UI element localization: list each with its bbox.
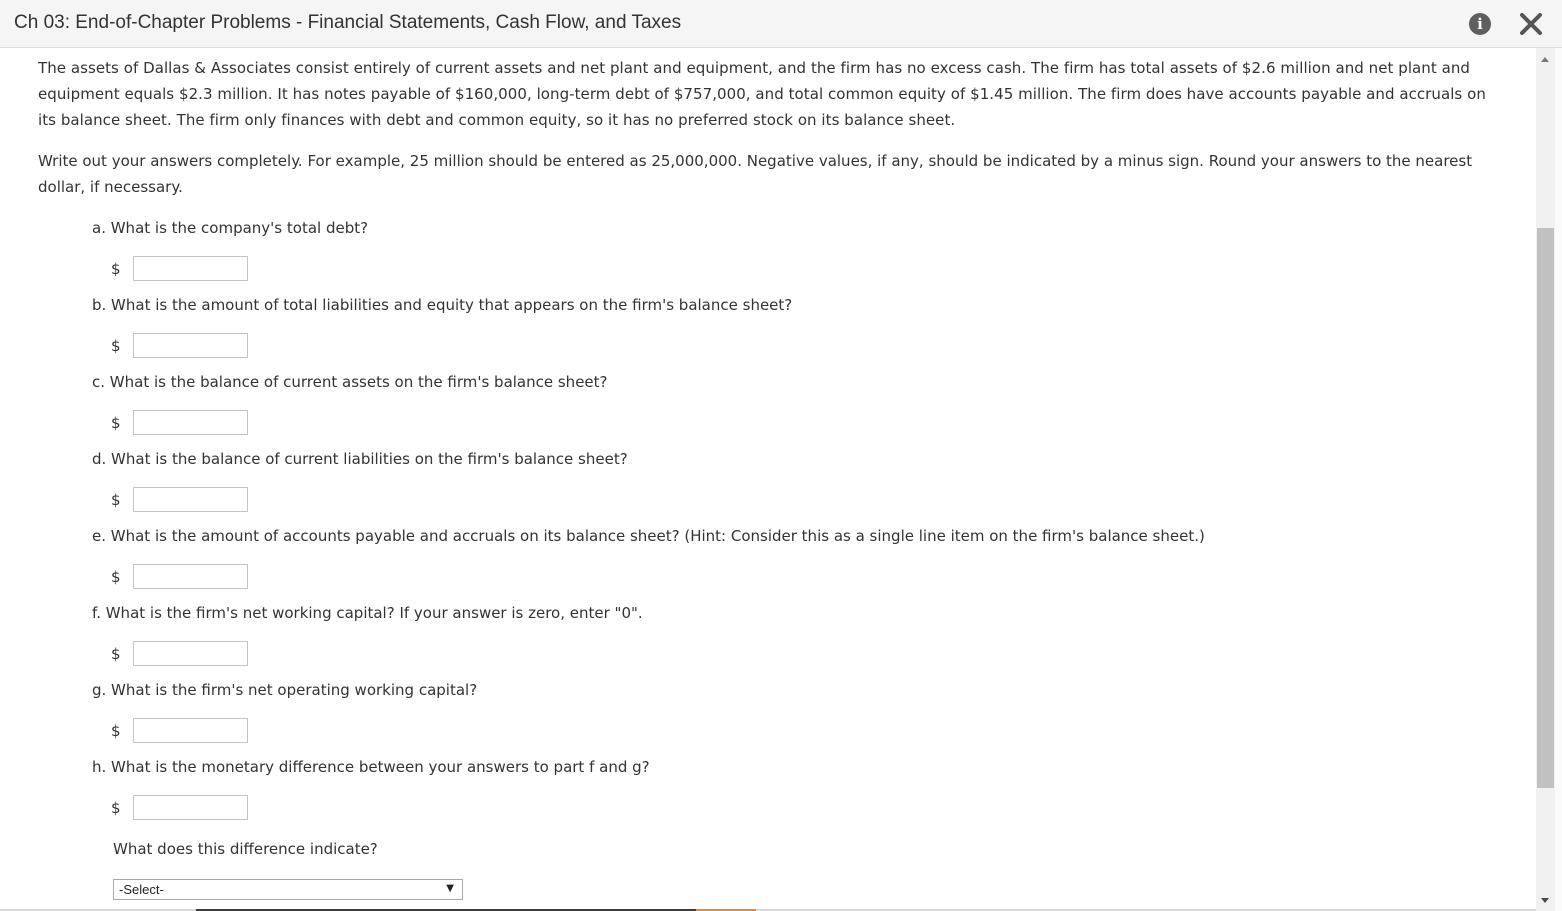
select-value: -Select- (119, 882, 164, 897)
question-c-text: c. What is the balance of current assets… (92, 373, 608, 391)
problem-statement: The assets of Dallas & Associates consis… (38, 59, 1486, 129)
question-b-text: b. What is the amount of total liabiliti… (92, 296, 793, 314)
answer-input-c[interactable] (133, 410, 248, 435)
scroll-down-arrow-icon[interactable] (1541, 898, 1549, 903)
answer-input-h[interactable] (133, 795, 248, 820)
page-title: Ch 03: End-of-Chapter Problems - Financi… (14, 12, 682, 33)
window-edge (1555, 48, 1562, 911)
question-g-text: g. What is the firm's net operating work… (92, 681, 478, 699)
currency-symbol: $ (111, 491, 121, 509)
dropdown-arrow-icon: ▼ (446, 883, 454, 894)
answer-input-f[interactable] (133, 641, 248, 666)
close-icon[interactable] (1518, 9, 1544, 37)
question-f-text: f. What is the firm's net working capita… (92, 604, 643, 622)
scroll-up-arrow-icon[interactable] (1541, 57, 1549, 62)
answer-input-e[interactable] (133, 564, 248, 589)
answer-instructions: Write out your answers completely. For e… (38, 152, 1473, 196)
difference-question: What does this difference indicate? (113, 840, 378, 858)
currency-symbol: $ (111, 799, 121, 817)
currency-symbol: $ (111, 645, 121, 663)
difference-select[interactable]: -Select- ▼ (113, 879, 463, 900)
problem-window: Ch 03: End-of-Chapter Problems - Financi… (0, 0, 1562, 911)
scrollbar-thumb[interactable] (1537, 228, 1554, 788)
currency-symbol: $ (111, 260, 121, 278)
problem-content: The assets of Dallas & Associates consis… (0, 48, 1536, 911)
currency-symbol: $ (111, 568, 121, 586)
answer-input-d[interactable] (133, 487, 248, 512)
title-bar: Ch 03: End-of-Chapter Problems - Financi… (0, 0, 1562, 48)
answer-input-b[interactable] (133, 333, 248, 358)
question-d-text: d. What is the balance of current liabil… (92, 450, 628, 468)
answer-input-a[interactable] (133, 256, 248, 281)
answer-input-g[interactable] (133, 718, 248, 743)
currency-symbol: $ (111, 414, 121, 432)
question-a-text: a. What is the company's total debt? (92, 219, 369, 237)
question-h-text: h. What is the monetary difference betwe… (92, 758, 650, 776)
currency-symbol: $ (111, 722, 121, 740)
vertical-scrollbar[interactable] (1536, 48, 1555, 911)
currency-symbol: $ (111, 337, 121, 355)
info-icon[interactable]: i (1469, 13, 1491, 35)
question-e-text: e. What is the amount of accounts payabl… (92, 527, 1205, 545)
